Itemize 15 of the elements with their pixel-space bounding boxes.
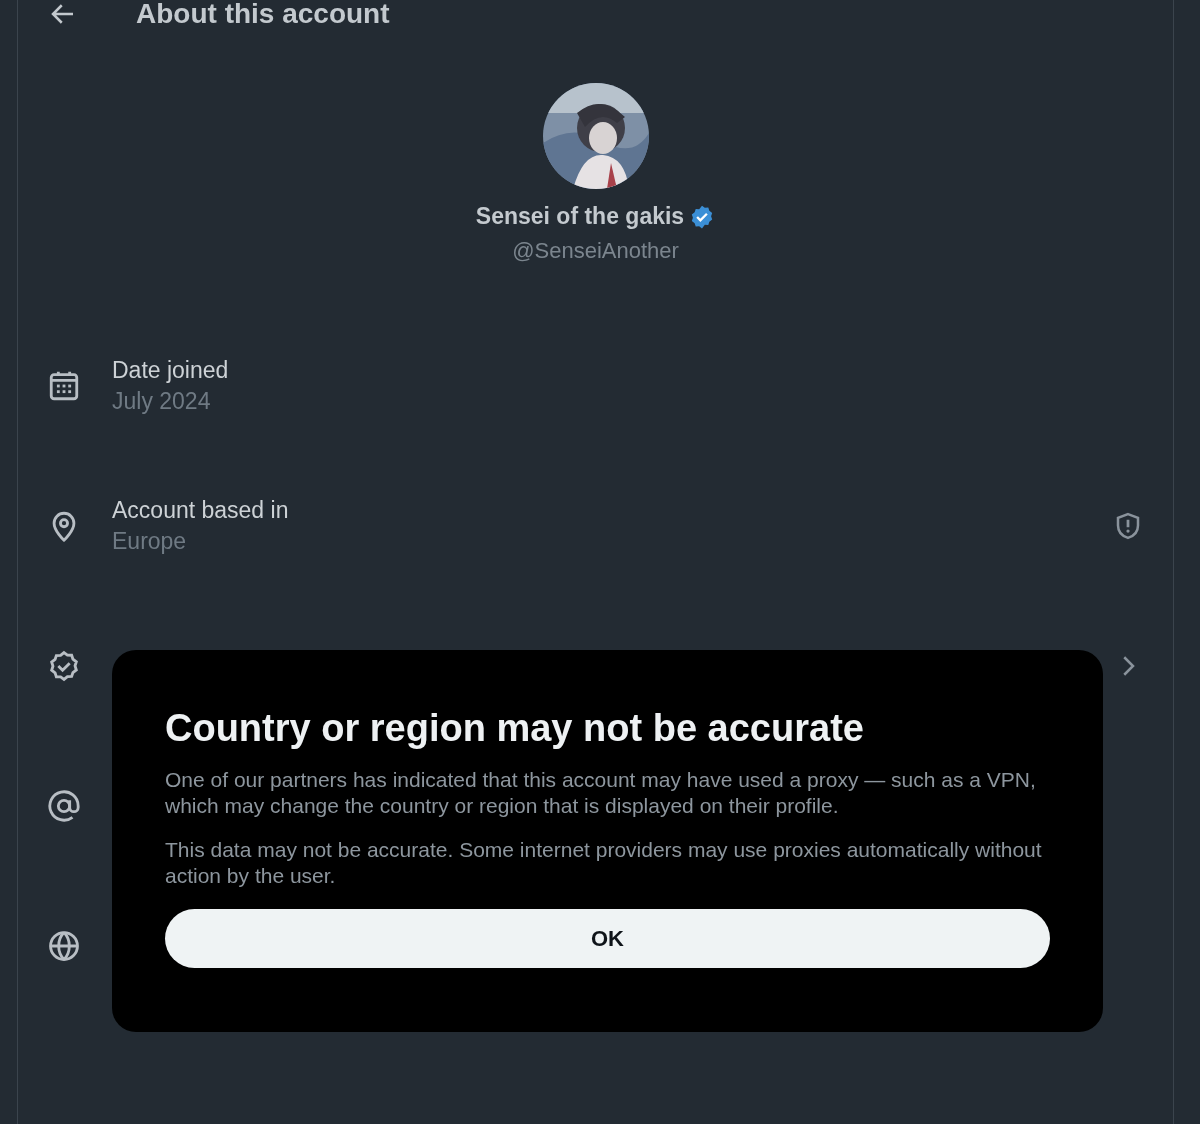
globe-icon <box>47 929 81 963</box>
dialog-text: This data may not be accurate. Some internet providers may use proxies automatically without action by the user. <box>165 837 1043 889</box>
info-label: Date joined <box>112 357 230 384</box>
info-value: Europe <box>112 528 188 555</box>
verified-badge-icon <box>47 649 81 683</box>
username: @SenseiAnother <box>512 238 679 264</box>
calendar-icon <box>47 369 81 403</box>
at-sign-icon <box>47 789 81 823</box>
dialog-text: One of our partners has indicated that this account may have used a proxy — such as a VPN, which may change the country or region that is displayed on their profile. <box>165 767 1037 819</box>
display-name: Sensei of the gakis <box>475 203 685 230</box>
page-title: About this account <box>136 0 390 28</box>
info-value: July 2024 <box>112 388 212 415</box>
dialog-title: Country or region may not be accurate <box>165 706 864 751</box>
ok-button[interactable]: OK <box>165 909 1050 968</box>
info-label: Account based in <box>112 497 290 524</box>
